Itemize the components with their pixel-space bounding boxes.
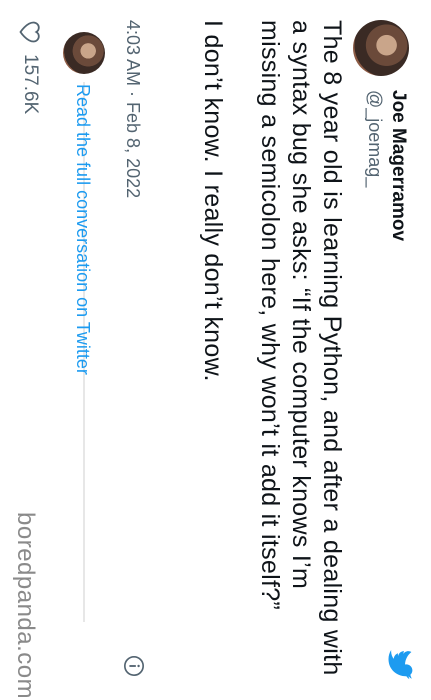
info-icon[interactable] [123,655,145,677]
like-action[interactable]: 157.6K [19,20,41,114]
tweet-embed-card: Joe Magerramov @_joemag_ The 8 year old … [0,0,431,700]
twitter-bird-icon[interactable] [387,650,413,680]
tweet-paragraph: I don’t know. I really don’t know. [199,20,227,382]
like-count: 157.6K [20,54,41,115]
author-name[interactable]: Joe Magerramov [387,90,409,241]
read-conversation-link[interactable]: Read the full conversation on Twitter [72,84,93,375]
tweet-text: The 8 year old is learning Python, and a… [171,20,347,680]
watermark: boredpanda.com [12,512,39,700]
tweet-timestamp[interactable]: 4:03 AM · Feb 8, 2022 [122,20,143,198]
tweet-paragraph: The 8 year old is learning Python, and a… [256,20,346,676]
author-handle[interactable]: @_joemag_ [364,90,385,187]
heart-icon[interactable] [19,20,41,44]
reply-avatar[interactable] [63,32,105,74]
author-avatar[interactable] [353,20,409,76]
